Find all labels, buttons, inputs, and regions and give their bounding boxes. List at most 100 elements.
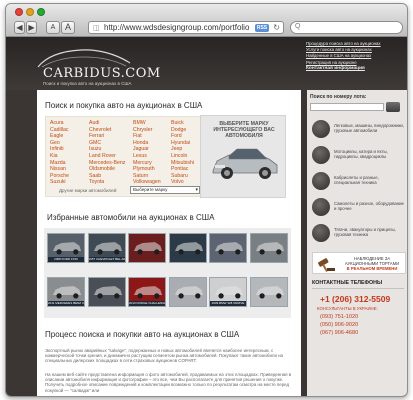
live-auction-highlight: В РЕАЛЬНОМ ВРЕМЕНИ xyxy=(346,266,398,271)
process-paragraph-1: Экспортный рынок аварийных "salvage", по… xyxy=(45,348,283,364)
car-photo[interactable] xyxy=(168,233,207,263)
sidebar-category-item[interactable]: Самолеты и разное, оборудование и прочее xyxy=(310,196,406,220)
sidebar-category-item[interactable]: Мотоциклы, катера и яхты, гидроциклы, кв… xyxy=(310,144,406,168)
brand-link[interactable]: Lexus xyxy=(133,153,147,159)
phone-3[interactable]: (067) 906-4680 xyxy=(320,330,358,336)
sidebar-category-label: Мотоциклы, катера и яхты, гидроциклы, кв… xyxy=(334,149,388,160)
motorcycle-icon xyxy=(312,146,330,164)
brand-link[interactable]: Audi xyxy=(89,120,99,126)
brand-link[interactable]: Pontiac xyxy=(171,166,188,172)
brand-link[interactable]: Jaguar xyxy=(133,146,149,152)
site-logo[interactable]: CARBIDUS.COM xyxy=(43,66,161,81)
brand-link[interactable]: Ford xyxy=(171,133,182,139)
brand-link[interactable]: Porsche xyxy=(50,173,69,179)
brand-link[interactable]: Buick xyxy=(171,120,184,126)
brand-link[interactable]: Nissan xyxy=(50,166,66,172)
text-larger-button[interactable]: A xyxy=(61,21,75,34)
browser-toolbar: ◀ ▶ A A ◫ http://www.wdsdesigngroup.com/… xyxy=(6,4,407,37)
phone-1[interactable]: (093) 751-1020 xyxy=(320,314,358,320)
address-bar[interactable]: ◫ http://www.wdsdesigngroup.com/portfoli… xyxy=(88,21,284,34)
sidebar-category-label: Кабриолеты и разные, специальная техника xyxy=(334,175,379,186)
brand-link[interactable]: Eagle xyxy=(50,133,63,139)
zoom-window-button[interactable] xyxy=(37,8,45,16)
car-photo[interactable]: 2009 BMW 328 XDRIVE xyxy=(209,277,247,307)
text-smaller-button[interactable]: A xyxy=(46,21,60,34)
brand-link[interactable]: Mercedes-Benz xyxy=(89,160,125,166)
brand-link[interactable]: Subaru xyxy=(171,173,188,179)
sidebar-category-label: Легковые, машины, внедорожники, грузовые… xyxy=(334,123,404,134)
brand-link[interactable]: Fiat xyxy=(133,133,142,139)
truck-icon xyxy=(312,224,330,242)
main-phone[interactable]: +1 (206) 312-5509 xyxy=(320,294,390,304)
brand-link[interactable]: Saab xyxy=(89,173,101,179)
brand-link[interactable]: Kia xyxy=(50,153,58,159)
car-thumbnail-image xyxy=(93,286,122,299)
car-photo[interactable]: 2008 FORD F150 xyxy=(47,233,85,263)
brand-link[interactable]: Plymouth xyxy=(133,166,155,172)
close-window-button[interactable] xyxy=(15,8,23,16)
lot-search-button[interactable] xyxy=(386,102,400,112)
car-photo[interactable]: 2011 MERCEDES BENZ CLASS C xyxy=(47,277,85,307)
brand-link[interactable]: Mercury xyxy=(133,160,152,166)
site-tagline: Поиск и покупка авто на аукционах в США xyxy=(43,81,132,86)
car-photo[interactable] xyxy=(249,277,288,307)
brand-link[interactable]: Honda xyxy=(133,140,148,146)
brand-link[interactable]: Volkswagen xyxy=(133,179,161,185)
brand-link[interactable]: Jeep xyxy=(171,146,182,152)
car-photo[interactable]: 2010 DODGE CHALLENGER xyxy=(128,277,166,307)
brand-select[interactable]: Выберите марку ▾ xyxy=(130,186,200,194)
car-photo-caption: 1957 CHEVROLET BEL AIR xyxy=(88,257,126,262)
car-photo[interactable] xyxy=(249,233,288,263)
brand-link[interactable]: Isuzu xyxy=(89,146,101,152)
brand-link[interactable]: Geo xyxy=(50,140,60,146)
brand-link[interactable]: Chevrolet xyxy=(89,127,111,133)
brand-link[interactable]: Oldsmobile xyxy=(89,166,115,172)
featured-photos: 2008 FORD F150 1957 CHEVROLET BEL AIR 2011… xyxy=(44,228,291,318)
brand-list: Acura Audi BMW Buick Cadillac Chevrolet Chrysl… xyxy=(45,116,206,197)
top-link-contacts[interactable]: Контактная информация xyxy=(306,66,406,72)
sidebar-category-item[interactable]: Тягачи, эвакуаторы и прицепы, грузовая т… xyxy=(310,222,406,246)
brand-link[interactable]: BMW xyxy=(133,120,146,126)
brand-link[interactable]: Suzuki xyxy=(50,179,66,185)
top-navigation: Процедура поиска авто на аукционах Услуг… xyxy=(306,41,406,72)
brand-link[interactable]: Acura xyxy=(50,120,64,126)
site-header: CARBIDUS.COM Поиск и покупка авто на аук… xyxy=(6,37,407,90)
process-paragraph-2: На нашем веб-сайте представлена информац… xyxy=(45,372,292,393)
brand-link[interactable]: Hyundai xyxy=(171,140,190,146)
sidebar-category-item[interactable]: Кабриолеты и разные, специальная техника xyxy=(310,170,406,194)
brand-link[interactable]: Mazda xyxy=(50,160,66,166)
sidebar-category-item[interactable]: Легковые, машины, внедорожники, грузовые… xyxy=(310,118,406,142)
brand-link[interactable]: GMC xyxy=(89,140,101,146)
brand-link[interactable]: Land Rover xyxy=(89,153,116,159)
live-auction-banner[interactable]: НАБЛЮДЕНИЕ ЗА АУКЦИОННЫМИ ТОРГАМИ В РЕАЛ… xyxy=(312,252,406,274)
brand-link[interactable]: Toyota xyxy=(89,179,104,185)
car-photo[interactable] xyxy=(168,277,207,307)
search-icon: Q xyxy=(295,23,301,30)
brand-link[interactable]: Volvo xyxy=(171,179,184,185)
phone-2[interactable]: (050) 906-9020 xyxy=(320,322,358,328)
brand-link[interactable]: Cadillac xyxy=(50,127,68,133)
brand-link[interactable]: Chrysler xyxy=(133,127,152,133)
car-photo[interactable] xyxy=(209,233,247,263)
reload-icon[interactable]: ↻ xyxy=(273,23,280,32)
lot-search-input[interactable] xyxy=(310,103,384,111)
car-photo[interactable] xyxy=(87,277,126,307)
browser-search-field[interactable]: Q xyxy=(290,21,403,34)
brand-link[interactable]: Infiniti xyxy=(50,146,64,152)
brand-link[interactable]: Mitsubishi xyxy=(171,160,194,166)
sidebar-category-label: Самолеты и разное, оборудование и прочее xyxy=(334,201,404,212)
car-thumbnail-image xyxy=(93,242,122,255)
rss-icon[interactable]: RSS xyxy=(255,24,269,32)
brand-link[interactable]: Lincoln xyxy=(171,153,187,159)
chevron-down-icon: ▾ xyxy=(195,187,198,193)
brand-link[interactable]: Saturn xyxy=(133,173,148,179)
forward-button[interactable]: ▶ xyxy=(26,21,37,34)
promo-banner[interactable]: ВЫБЕРИТЕ МАРКУ ИНТЕРЕСУЮЩЕГО ВАС АВТОМОБ… xyxy=(200,115,286,198)
car-photo[interactable]: 1957 CHEVROLET BEL AIR xyxy=(87,233,126,263)
back-button[interactable]: ◀ xyxy=(14,21,25,34)
minimize-window-button[interactable] xyxy=(26,8,34,16)
brand-link[interactable]: Dodge xyxy=(171,127,186,133)
car-photo[interactable] xyxy=(128,233,166,263)
main-content: Поиск и покупка авто на аукционах в США … xyxy=(37,90,301,396)
brand-link[interactable]: Ferrari xyxy=(89,133,104,139)
